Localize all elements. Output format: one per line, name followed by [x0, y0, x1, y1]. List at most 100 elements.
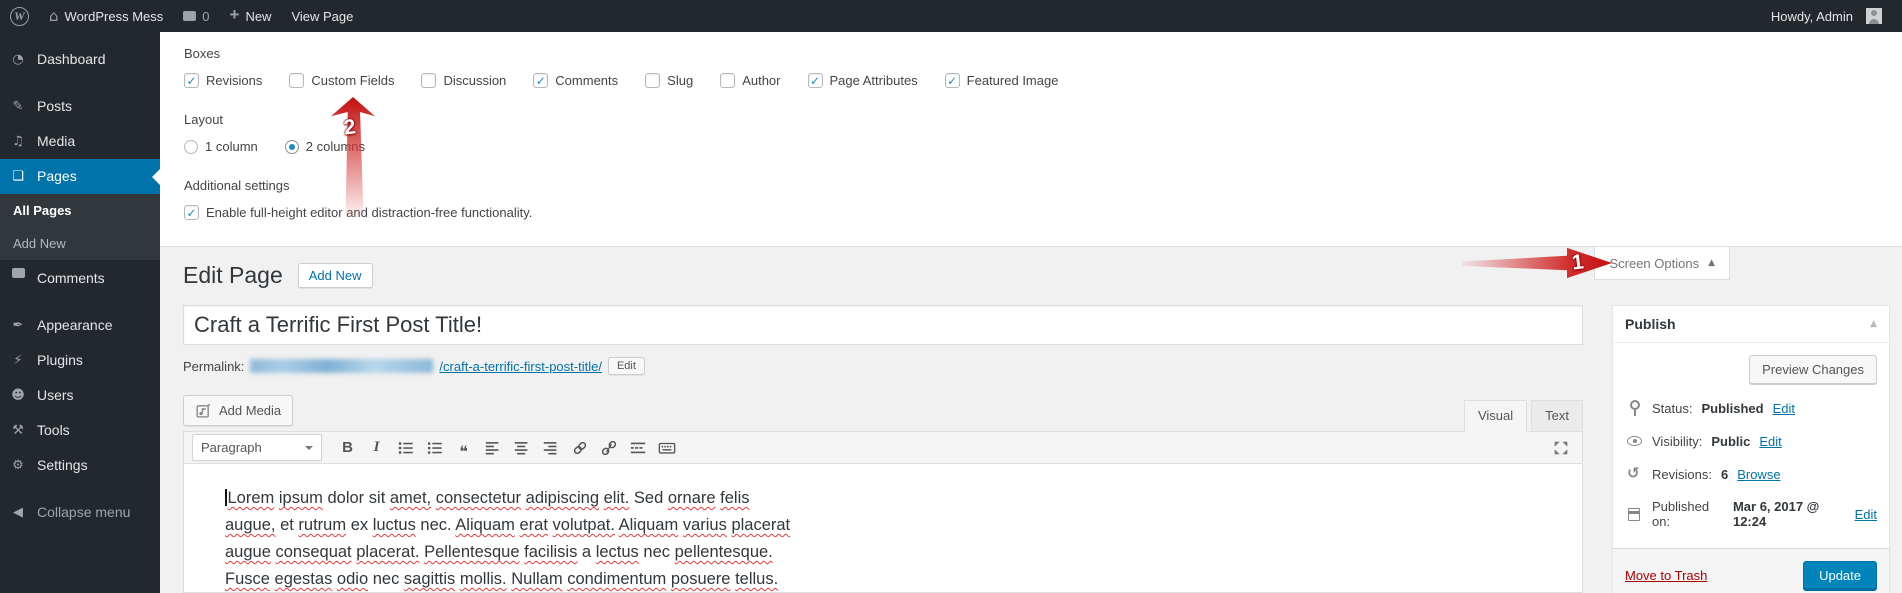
publish-panel-footer: Move to Trash Update [1613, 548, 1889, 593]
sidebar-item-label: Add New [13, 236, 66, 251]
insert-link-button[interactable] [566, 435, 593, 460]
calendar-icon [1627, 506, 1643, 522]
update-button[interactable]: Update [1803, 561, 1877, 590]
remove-link-button[interactable] [595, 435, 622, 460]
status-edit-link[interactable]: Edit [1773, 401, 1795, 416]
bulleted-list-button[interactable] [392, 435, 419, 460]
radio-label: 2 columns [305, 139, 365, 154]
wordpress-logo-icon: W [10, 6, 29, 26]
sidebar-item-dashboard[interactable]: ◔ Dashboard [0, 42, 160, 77]
radio-2-columns[interactable]: 2 columns [284, 139, 365, 154]
sidebar-item-label: Tools [37, 422, 70, 438]
align-center-icon [514, 441, 527, 454]
new-label: New [245, 8, 272, 24]
post-title-input[interactable] [183, 305, 1583, 345]
sidebar-item-collapse-menu[interactable]: ◀ Collapse menu [0, 495, 160, 530]
read-more-icon [630, 442, 645, 453]
row-value: Mar 6, 2017 @ 12:24 [1732, 499, 1820, 529]
publish-row-status: Status: Published Edit [1627, 400, 1877, 416]
my-account-menu[interactable]: Howdy, Admin [1761, 0, 1892, 32]
text-caret [225, 489, 227, 506]
sidebar-item-comments[interactable]: Comments [0, 260, 160, 296]
checkbox-revisions[interactable]: Revisions [184, 73, 262, 88]
bulleted-list-icon [398, 441, 413, 454]
checkbox-discussion[interactable]: Discussion [421, 73, 506, 88]
blockquote-button[interactable]: ❝ [450, 435, 477, 460]
sidebar-item-label: Media [37, 133, 76, 149]
sidebar-separator [0, 296, 160, 308]
permalink-obscured-base-url[interactable] [250, 359, 434, 373]
wp-logo-menu[interactable]: W [0, 0, 39, 32]
publish-panel-body: Preview Changes Status: Published Edit V… [1613, 343, 1889, 548]
home-icon: ⌂ [49, 6, 59, 25]
checkbox-comments[interactable]: Comments [533, 73, 618, 88]
permalink-edit-button[interactable]: Edit [607, 357, 645, 375]
editor-content[interactable]: Lorem ipsum dolor sit amet, consectetur … [183, 464, 1583, 593]
radio-label: 1 column [205, 139, 258, 154]
checkbox-slug[interactable]: Slug [645, 73, 693, 88]
sidebar-subitem-add-new[interactable]: Add New [0, 227, 160, 260]
preview-changes-button[interactable]: Preview Changes [1749, 355, 1877, 384]
sidebar-item-settings[interactable]: ⚙ Settings [0, 448, 160, 483]
sidebar-item-label: Appearance [37, 317, 113, 333]
permalink-slug-link[interactable]: /craft-a-terrific-first-post-title/ [439, 359, 602, 374]
sidebar-item-posts[interactable]: ✎ Posts [0, 89, 160, 124]
move-to-trash-link[interactable]: Move to Trash [1625, 568, 1707, 583]
distraction-free-button[interactable] [1547, 435, 1574, 460]
visibility-eye-icon [1627, 433, 1643, 449]
checkbox [289, 73, 305, 88]
comment-count: 0 [202, 8, 210, 24]
site-name-menu[interactable]: ⌂ WordPress Mess [39, 0, 173, 32]
sidebar-subitem-all-pages[interactable]: All Pages [0, 194, 160, 227]
bold-button[interactable]: B [334, 435, 361, 460]
screen-options-tab[interactable]: Screen Options ▲ [1594, 247, 1730, 280]
checkbox-custom-fields[interactable]: Custom Fields [289, 73, 394, 88]
revisions-browse-link[interactable]: Browse [1737, 467, 1780, 482]
publish-panel-header[interactable]: Publish ▲ [1613, 306, 1889, 343]
insert-read-more-button[interactable] [624, 435, 651, 460]
sidebar-item-appearance[interactable]: ✒ Appearance [0, 308, 160, 343]
publish-title: Publish [1625, 316, 1676, 332]
sidebar-item-label: Posts [37, 98, 73, 114]
new-content-menu[interactable]: + New [220, 0, 282, 32]
add-new-button[interactable]: Add New [297, 262, 373, 288]
align-center-button[interactable] [508, 435, 535, 460]
admin-bar: W ⌂ WordPress Mess 0 + New View Page How… [0, 0, 1902, 32]
row-value: Public [1711, 433, 1751, 449]
published-on-edit-link[interactable]: Edit [1855, 507, 1877, 522]
align-right-button[interactable] [537, 435, 564, 460]
visibility-edit-link[interactable]: Edit [1759, 434, 1781, 449]
sidebar-item-tools[interactable]: ⚒ Tools [0, 413, 160, 448]
sidebar-item-media[interactable]: ♫ Media [0, 124, 160, 159]
format-dropdown[interactable]: Paragraph [192, 434, 322, 461]
checkbox-page-attributes[interactable]: Page Attributes [807, 73, 918, 88]
sidebar-item-users[interactable]: ☻ Users [0, 378, 160, 413]
add-media-button[interactable]: Add Media [183, 395, 294, 426]
numbered-list-button[interactable] [421, 435, 448, 460]
screen-options-tab-label: Screen Options [1609, 255, 1700, 271]
view-page-menu[interactable]: View Page [281, 0, 363, 32]
radio-1-column[interactable]: 1 column [184, 139, 258, 154]
checkbox-label: Author [742, 73, 781, 88]
boxes-legend: Boxes [184, 46, 221, 61]
checkbox-label: Featured Image [966, 73, 1059, 88]
sidebar-item-pages[interactable]: ❏ Pages [0, 159, 160, 194]
tab-visual[interactable]: Visual [1463, 400, 1528, 432]
checkbox [807, 73, 823, 88]
publish-row-published-on: Published on: Mar 6, 2017 @ 12:24 Edit [1627, 499, 1877, 529]
checkbox-author[interactable]: Author [720, 73, 781, 88]
publish-row-revisions: Revisions: 6 Browse [1627, 464, 1877, 482]
insert-link-icon [573, 441, 586, 454]
tab-text[interactable]: Text [1531, 400, 1583, 432]
italic-button[interactable]: I [363, 435, 390, 460]
checkbox-featured-image[interactable]: Featured Image [944, 73, 1059, 88]
screen-options-collapse-icon: ▲ [1708, 258, 1715, 268]
align-left-button[interactable] [479, 435, 506, 460]
sidebar-separator [0, 77, 160, 89]
checkbox [944, 73, 960, 88]
sidebar-item-plugins[interactable]: ⚡ Plugins [0, 343, 160, 378]
admin-menu: ◔ Dashboard ✎ Posts ♫ Media ❏ Pages All … [0, 32, 160, 593]
toolbar-toggle-button[interactable] [653, 435, 680, 460]
comments-menu[interactable]: 0 [173, 0, 219, 32]
checkbox-enable-full-height-editor[interactable]: Enable full-height editor and distractio… [184, 205, 532, 220]
